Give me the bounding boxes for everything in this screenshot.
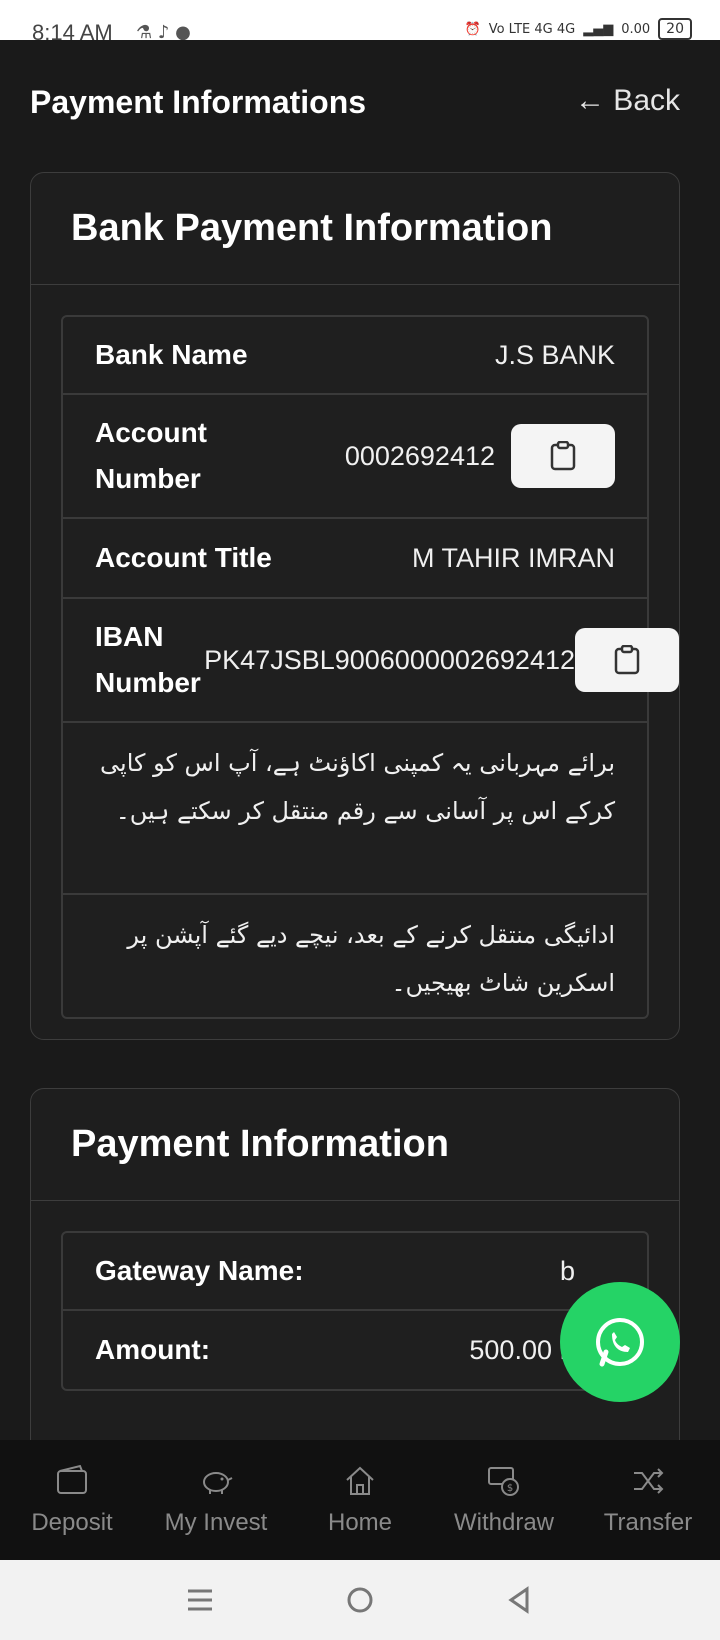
table-row: Gateway Name: b bbox=[63, 1233, 647, 1311]
cash-icon: $ bbox=[488, 1467, 519, 1496]
nav-my-invest[interactable]: My Invest bbox=[144, 1440, 288, 1560]
back-triangle-icon[interactable] bbox=[505, 1585, 535, 1615]
card-title: Bank Payment Information bbox=[71, 207, 553, 249]
bank-payment-card: Bank Payment Information Bank Name J.S B… bbox=[30, 172, 680, 1040]
row-label: Amount: bbox=[95, 1334, 211, 1365]
table-row: Bank Name J.S BANK bbox=[63, 317, 647, 395]
table-row: Amount: 500.00 PKR bbox=[63, 1311, 647, 1389]
row-label: Bank Name bbox=[95, 339, 248, 370]
alarm-icon: ⏰ bbox=[464, 21, 481, 37]
status-indicators: ⏰ Vo LTE 4G 4G ▂▄▆ 0.00 20 bbox=[464, 18, 692, 40]
status-bar: 8:14 AM ⚗ ♪ ● ⏰ Vo LTE 4G 4G ▂▄▆ 0.00 20 bbox=[0, 0, 720, 45]
shuffle-icon bbox=[634, 1468, 664, 1494]
card-header: Bank Payment Information bbox=[31, 173, 679, 285]
bottom-navigation: Deposit My Invest Home $ Withdraw Transf… bbox=[0, 1440, 720, 1560]
table-row: IBAN Number PK47JSBL9006000002692412 bbox=[63, 599, 679, 723]
table-row: Account Number 0002692412 bbox=[63, 395, 647, 519]
row-value: b bbox=[559, 1255, 575, 1286]
signal-icon: ▂▄▆ bbox=[583, 21, 614, 37]
nav-withdraw[interactable]: $ Withdraw bbox=[432, 1440, 576, 1560]
clipboard-icon bbox=[614, 645, 640, 675]
card-header: Payment Information bbox=[31, 1089, 679, 1201]
row-value: J.S BANK bbox=[494, 339, 615, 370]
copy-account-button[interactable] bbox=[511, 424, 615, 488]
row-value: 0002692412 bbox=[344, 440, 495, 471]
wallet-icon bbox=[57, 1464, 87, 1494]
home-circle-icon[interactable] bbox=[345, 1585, 375, 1615]
back-button[interactable]: ← Back bbox=[575, 84, 680, 118]
whatsapp-button[interactable] bbox=[560, 1282, 680, 1402]
page-header: Payment Informations ← Back bbox=[0, 40, 720, 164]
network-label: Vo LTE 4G 4G bbox=[488, 21, 576, 37]
clipboard-icon bbox=[550, 441, 576, 471]
piggy-bank-icon bbox=[203, 1472, 233, 1494]
svg-text:$: $ bbox=[507, 1483, 513, 1494]
nav-deposit[interactable]: Deposit bbox=[0, 1440, 144, 1560]
system-navigation bbox=[0, 1560, 720, 1640]
nav-home[interactable]: Home bbox=[288, 1440, 432, 1560]
row-label: Account Number bbox=[95, 417, 207, 494]
page-title: Payment Informations bbox=[30, 84, 367, 120]
app-screen: Payment Informations ← Back Bank Payment… bbox=[0, 40, 720, 1440]
nav-label: Transfer bbox=[603, 1509, 693, 1536]
instruction-note: برائے مہربانی یہ کمپنی اکاؤنٹ ہے، آپ اس … bbox=[63, 723, 647, 895]
row-label: Account Title bbox=[95, 542, 272, 573]
payment-info-table: Gateway Name: b Amount: 500.00 PKR bbox=[61, 1231, 649, 1391]
row-label: Gateway Name: bbox=[95, 1255, 304, 1286]
nav-label: Home bbox=[327, 1509, 393, 1536]
instruction-note: ادائیگی منتقل کرنے کے بعد، نیچے دیے گئے … bbox=[127, 921, 615, 997]
bank-info-table: Bank Name J.S BANK Account Number 000269… bbox=[61, 315, 679, 1019]
row-value: PK47JSBL9006000002692412 bbox=[204, 644, 575, 675]
row-value: M TAHIR IMRAN bbox=[411, 542, 615, 573]
battery-icon: 20 bbox=[658, 18, 692, 40]
nav-label: Deposit bbox=[31, 1509, 113, 1536]
nav-label: My Invest bbox=[164, 1509, 268, 1536]
home-icon bbox=[346, 1466, 374, 1495]
whatsapp-icon bbox=[596, 1318, 644, 1367]
table-row: Account Title M TAHIR IMRAN bbox=[63, 519, 647, 599]
menu-icon[interactable] bbox=[185, 1585, 215, 1615]
row-label: IBAN Number bbox=[95, 621, 201, 698]
copy-iban-button[interactable] bbox=[575, 628, 679, 692]
speed-label: 0.00 bbox=[621, 21, 651, 37]
nav-label: Withdraw bbox=[453, 1509, 555, 1536]
nav-transfer[interactable]: Transfer bbox=[576, 1440, 720, 1560]
card-title: Payment Information bbox=[71, 1123, 449, 1165]
